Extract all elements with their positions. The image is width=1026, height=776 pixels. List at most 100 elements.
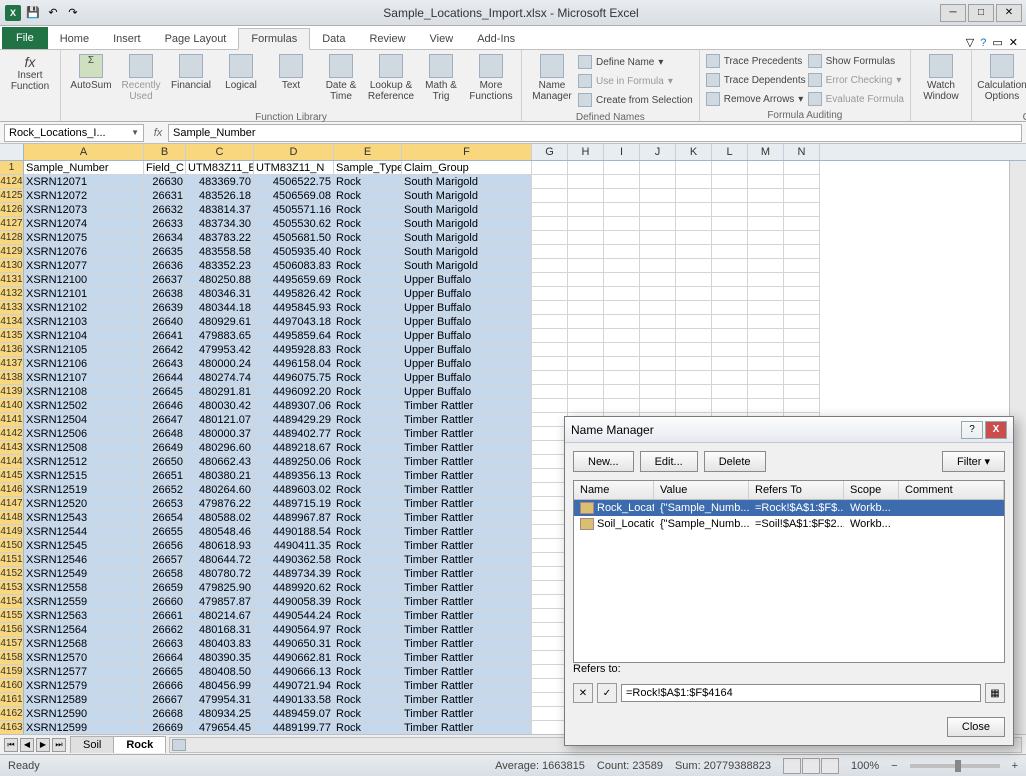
cell[interactable]: Timber Rattler <box>402 665 532 679</box>
cell[interactable]: 479825.90 <box>186 581 254 595</box>
cell[interactable]: Upper Buffalo <box>402 329 532 343</box>
cell[interactable] <box>676 357 712 371</box>
cell[interactable] <box>532 175 568 189</box>
cell[interactable]: Rock <box>334 217 402 231</box>
cell[interactable] <box>676 315 712 329</box>
row-header[interactable]: 4152 <box>0 567 24 581</box>
cell[interactable]: 4489920.62 <box>254 581 334 595</box>
cell[interactable] <box>604 175 640 189</box>
cell[interactable]: 26634 <box>144 231 186 245</box>
cell[interactable]: Upper Buffalo <box>402 315 532 329</box>
cell[interactable] <box>532 399 568 413</box>
cell[interactable] <box>748 385 784 399</box>
cell[interactable] <box>604 385 640 399</box>
cell[interactable] <box>640 259 676 273</box>
cell[interactable] <box>604 343 640 357</box>
cell[interactable] <box>712 301 748 315</box>
cell[interactable]: 4490544.24 <box>254 609 334 623</box>
cell[interactable] <box>748 217 784 231</box>
row-header[interactable]: 4126 <box>0 203 24 217</box>
cell[interactable] <box>568 217 604 231</box>
cell[interactable] <box>532 301 568 315</box>
cell[interactable]: 26664 <box>144 651 186 665</box>
cell[interactable] <box>640 329 676 343</box>
cell[interactable]: XSRN12558 <box>24 581 144 595</box>
cell[interactable]: 4489967.87 <box>254 511 334 525</box>
cell[interactable]: Upper Buffalo <box>402 273 532 287</box>
cell[interactable] <box>532 651 568 665</box>
cell[interactable]: Timber Rattler <box>402 721 532 734</box>
cell[interactable]: 26645 <box>144 385 186 399</box>
cell[interactable]: XSRN12568 <box>24 637 144 651</box>
cell[interactable]: 480346.31 <box>186 287 254 301</box>
cell[interactable] <box>748 301 784 315</box>
new-button[interactable]: New... <box>573 451 634 472</box>
window-restore-icon[interactable]: ▭ <box>992 36 1002 49</box>
cell[interactable]: Upper Buffalo <box>402 287 532 301</box>
col-comment[interactable]: Comment <box>899 481 1004 499</box>
row-header[interactable]: 4163 <box>0 721 24 734</box>
cell[interactable]: XSRN12579 <box>24 679 144 693</box>
cell[interactable]: Rock <box>334 581 402 595</box>
cell[interactable]: 4489459.07 <box>254 707 334 721</box>
cell[interactable]: 480344.18 <box>186 301 254 315</box>
row-header[interactable]: 4149 <box>0 525 24 539</box>
row-header[interactable]: 4135 <box>0 329 24 343</box>
lookup-reference-button[interactable]: Lookup & Reference <box>367 52 415 110</box>
cell[interactable]: Rock <box>334 525 402 539</box>
cell[interactable]: Rock <box>334 511 402 525</box>
sheet-tab-rock[interactable]: Rock <box>113 736 166 753</box>
cell[interactable] <box>676 287 712 301</box>
cell[interactable]: 4496075.75 <box>254 371 334 385</box>
cell[interactable]: 4490650.31 <box>254 637 334 651</box>
col-header-G[interactable]: G <box>532 144 568 160</box>
cell[interactable] <box>748 343 784 357</box>
cell[interactable]: 480000.37 <box>186 427 254 441</box>
cell[interactable]: Rock <box>334 553 402 567</box>
row-header[interactable]: 4158 <box>0 651 24 665</box>
cell[interactable] <box>532 665 568 679</box>
cell[interactable]: 480380.21 <box>186 469 254 483</box>
cell[interactable] <box>784 273 820 287</box>
row-header[interactable]: 4142 <box>0 427 24 441</box>
cell[interactable]: 26640 <box>144 315 186 329</box>
cell[interactable] <box>604 371 640 385</box>
cell[interactable] <box>532 595 568 609</box>
cell[interactable]: 480030.42 <box>186 399 254 413</box>
insert-function-button[interactable]: fxInsert Function <box>6 52 54 110</box>
fx-icon[interactable]: fx <box>148 127 168 139</box>
cell[interactable]: Timber Rattler <box>402 567 532 581</box>
cell[interactable] <box>712 287 748 301</box>
cell[interactable] <box>712 315 748 329</box>
cell[interactable]: 4506569.08 <box>254 189 334 203</box>
row-header[interactable]: 4140 <box>0 399 24 413</box>
cell[interactable] <box>532 623 568 637</box>
cell[interactable] <box>784 189 820 203</box>
financial-button[interactable]: Financial <box>167 52 215 110</box>
tab-first-icon[interactable]: ⏮ <box>4 738 18 752</box>
cell[interactable]: 26654 <box>144 511 186 525</box>
cell[interactable] <box>532 203 568 217</box>
cell[interactable]: 483814.37 <box>186 203 254 217</box>
cell[interactable] <box>748 259 784 273</box>
cell[interactable] <box>748 231 784 245</box>
cell[interactable]: 4490564.97 <box>254 623 334 637</box>
cell[interactable]: 26644 <box>144 371 186 385</box>
cell[interactable] <box>532 287 568 301</box>
cell[interactable]: Rock <box>334 189 402 203</box>
cell[interactable]: 26657 <box>144 553 186 567</box>
cell[interactable] <box>532 469 568 483</box>
cell[interactable] <box>676 161 712 175</box>
cell[interactable] <box>568 161 604 175</box>
cell[interactable]: 480390.35 <box>186 651 254 665</box>
cell[interactable]: 4490411.35 <box>254 539 334 553</box>
cell[interactable]: Rock <box>334 385 402 399</box>
cell[interactable]: 480291.81 <box>186 385 254 399</box>
cell[interactable]: South Marigold <box>402 189 532 203</box>
cell[interactable]: Rock <box>334 721 402 734</box>
math-trig-button[interactable]: Math & Trig <box>417 52 465 110</box>
cell[interactable] <box>532 441 568 455</box>
tab-next-icon[interactable]: ▶ <box>36 738 50 752</box>
cell[interactable]: 483783.22 <box>186 231 254 245</box>
cell[interactable] <box>568 175 604 189</box>
